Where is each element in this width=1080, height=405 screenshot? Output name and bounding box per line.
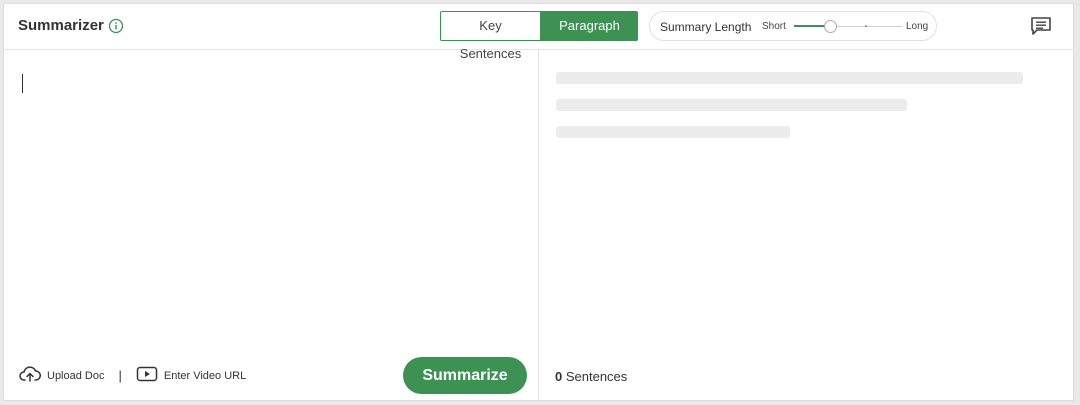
toolbar: Summarizer Key Sentences Paragraph Summa… (4, 4, 1073, 61)
mode-toggle: Key Sentences Paragraph (440, 11, 638, 61)
skeleton-line (556, 72, 1023, 84)
footer-separator: | (118, 368, 122, 383)
panel-divider (538, 49, 539, 400)
enter-video-url-label: Enter Video URL (163, 369, 247, 382)
skeleton-line (556, 126, 790, 138)
page-title: Summarizer (18, 17, 124, 34)
skeleton-line (556, 99, 907, 111)
summary-length-control: Summary Length Short Long (649, 11, 937, 41)
sentence-count-value: 0 (555, 369, 563, 384)
summarize-button[interactable]: Summarize (403, 357, 527, 394)
long-label: Long (906, 21, 929, 32)
info-icon[interactable] (108, 18, 124, 34)
sentence-count: 0 Sentences (555, 369, 627, 384)
slider-thumb[interactable] (824, 20, 837, 33)
sentence-count-label: Sentences (565, 369, 628, 384)
short-label: Short (762, 21, 786, 32)
input-footer: Upload Doc | Enter Video URL (19, 366, 246, 385)
summarizer-card: Summarizer Key Sentences Paragraph Summa… (3, 3, 1074, 401)
comment-icon[interactable] (1030, 16, 1052, 36)
text-input-area[interactable] (4, 50, 538, 350)
summary-loading-skeleton (556, 72, 1023, 153)
cloud-upload-icon (19, 366, 41, 385)
tab-paragraph[interactable]: Paragraph (541, 11, 638, 41)
text-caret (22, 74, 23, 93)
upload-doc-button[interactable]: Upload Doc (19, 366, 104, 385)
play-video-icon (136, 366, 158, 385)
summary-length-label: Summary Length (660, 20, 752, 34)
tab-key-sentences[interactable]: Key Sentences (440, 11, 541, 61)
upload-doc-label: Upload Doc (47, 369, 105, 382)
enter-video-url-button[interactable]: Enter Video URL (136, 366, 246, 385)
summary-length-slider[interactable] (794, 19, 902, 35)
title-text: Summarizer (18, 17, 104, 34)
slider-tick (865, 25, 867, 27)
